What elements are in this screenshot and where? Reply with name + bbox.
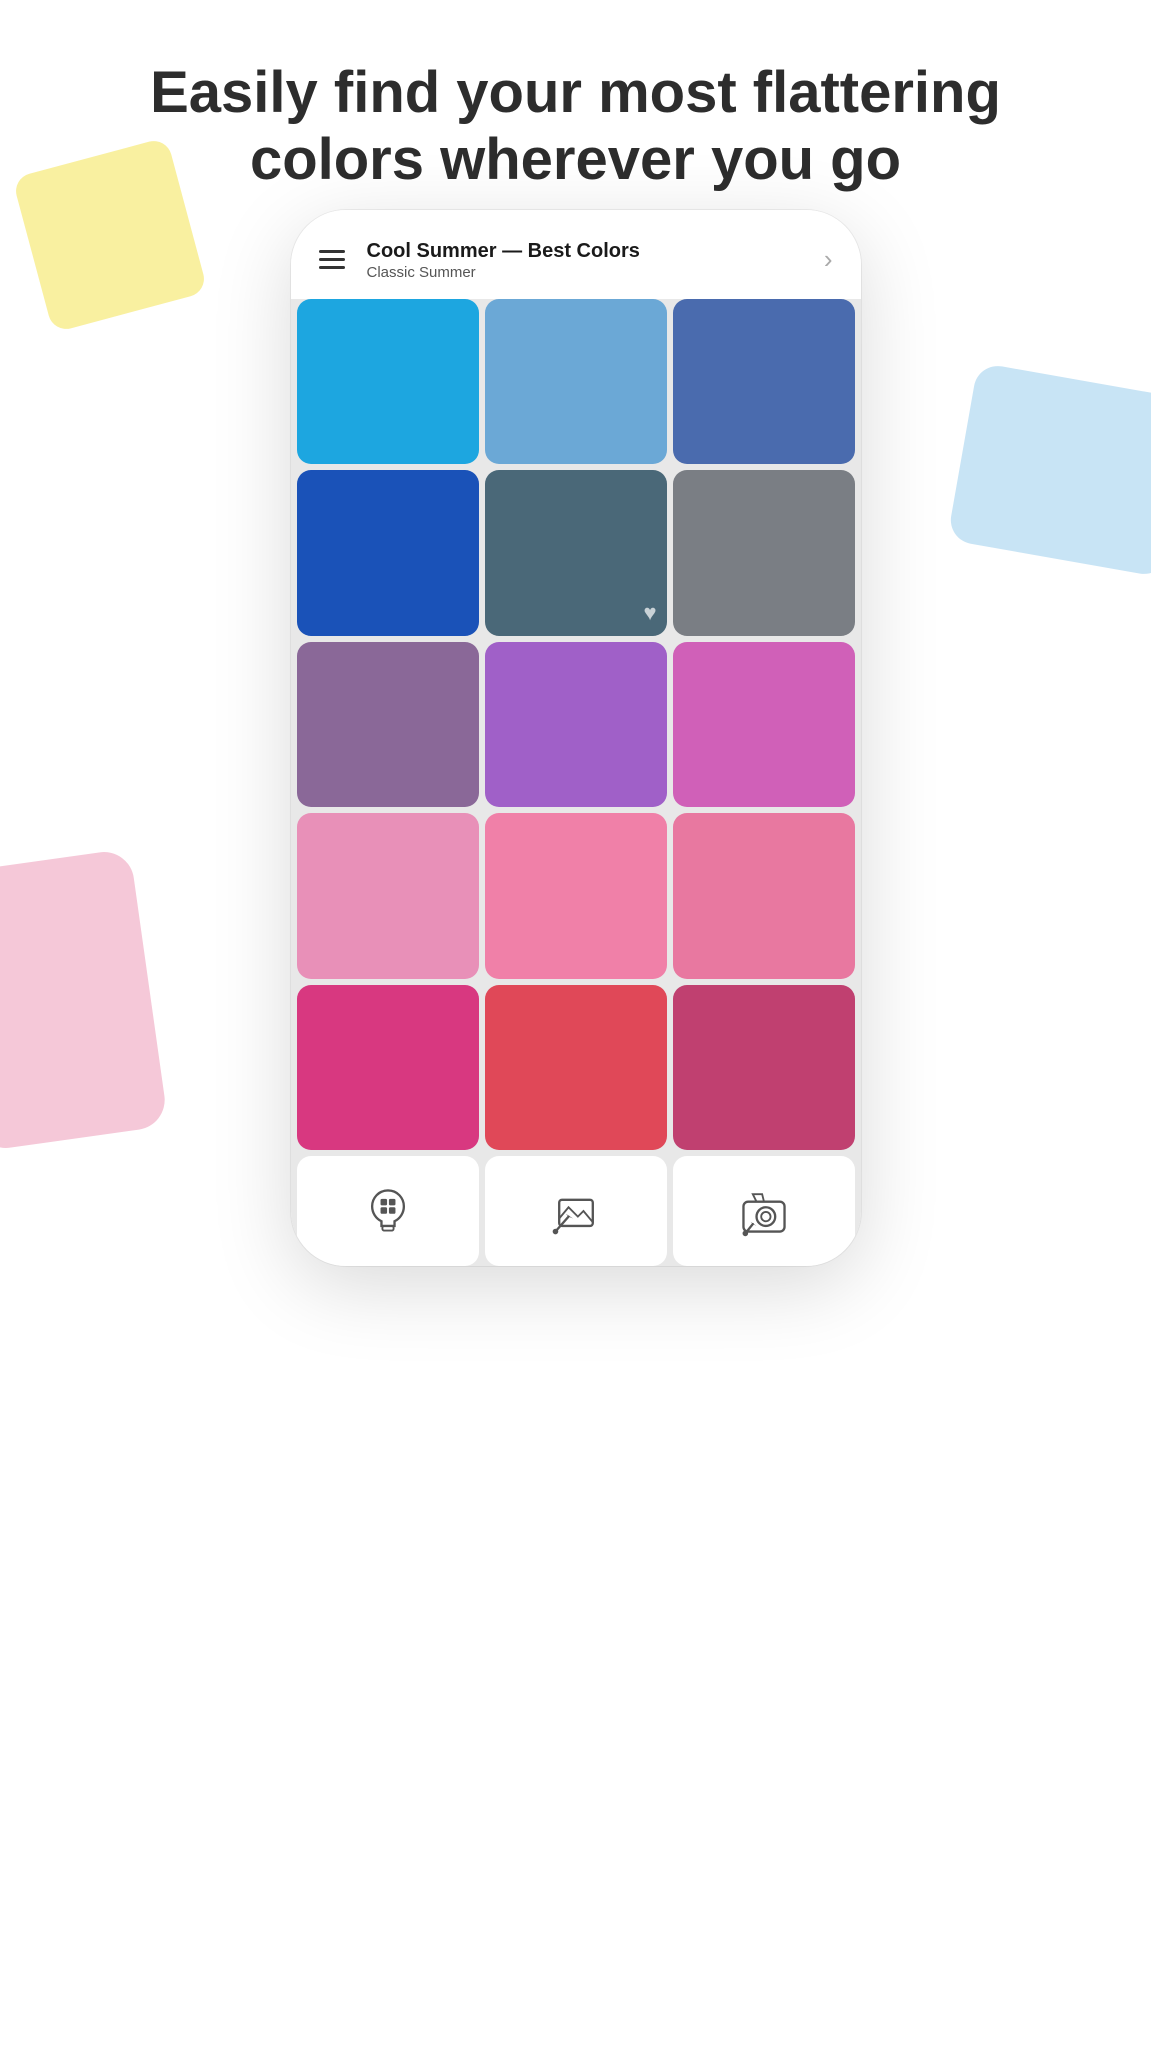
color-cell-warm-gray[interactable] (673, 470, 855, 635)
heading-line2: colors wherever you go (250, 127, 901, 192)
hamburger-line-3 (319, 266, 345, 269)
phone-header: Cool Summer — Best Colors Classic Summer… (291, 210, 861, 299)
color-cell-medium-purple[interactable] (485, 642, 667, 807)
main-heading: Easily find your most flattering colors … (80, 60, 1071, 193)
color-cell-deep-rose[interactable] (297, 985, 479, 1150)
phone-mockup: Cool Summer — Best Colors Classic Summer… (291, 210, 861, 1266)
color-cell-muted-purple[interactable] (297, 642, 479, 807)
header-title: Cool Summer — Best Colors (367, 238, 814, 264)
color-analysis-button[interactable] (297, 1156, 479, 1266)
hamburger-line-1 (319, 250, 345, 253)
color-cell-hot-pink[interactable] (673, 813, 855, 978)
heading-line1: Easily find your most flattering (150, 60, 1001, 125)
image-picker-button[interactable] (485, 1156, 667, 1266)
color-cell-royal-blue[interactable] (297, 470, 479, 635)
color-cell-slate-blue[interactable] (673, 299, 855, 464)
camera-picker-button[interactable] (673, 1156, 855, 1266)
color-cell-steel-teal[interactable]: ♥ (485, 470, 667, 635)
image-picker-icon (548, 1183, 604, 1239)
heading-container: Easily find your most flattering colors … (0, 60, 1151, 193)
color-cell-coral-red[interactable] (485, 985, 667, 1150)
bottom-toolbar (291, 1150, 861, 1266)
color-analysis-icon (360, 1183, 416, 1239)
color-cell-bright-pink-purple[interactable] (673, 642, 855, 807)
header-subtitle: Classic Summer (367, 264, 814, 281)
color-cell-periwinkle[interactable] (485, 299, 667, 464)
color-grid: ♥ (291, 299, 861, 1150)
hamburger-menu-button[interactable] (319, 250, 345, 269)
heart-icon: ♥ (643, 600, 656, 626)
camera-picker-icon (736, 1183, 792, 1239)
color-cell-light-pink[interactable] (297, 813, 479, 978)
color-cell-medium-pink[interactable] (485, 813, 667, 978)
color-cell-dark-pink[interactable] (673, 985, 855, 1150)
bg-blue-shape (947, 362, 1151, 577)
hamburger-line-2 (319, 258, 345, 261)
bg-pink-shape (0, 848, 169, 1152)
chevron-right-icon[interactable]: › (824, 244, 833, 275)
color-cell-bright-blue[interactable] (297, 299, 479, 464)
header-text-block: Cool Summer — Best Colors Classic Summer (367, 238, 814, 281)
